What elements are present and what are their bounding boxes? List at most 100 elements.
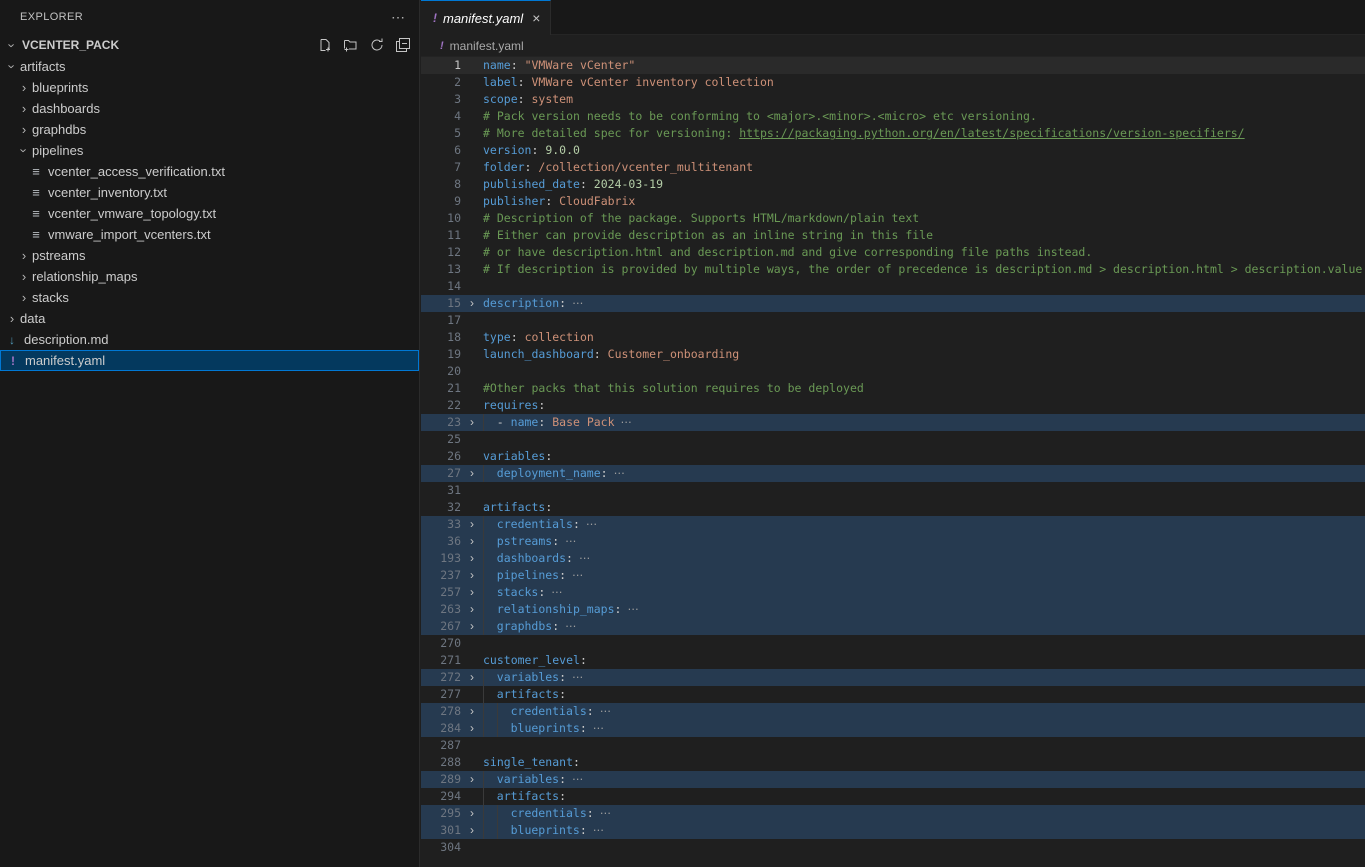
tree-item-pipelines[interactable]: ›pipelines [0,140,419,161]
code-line[interactable]: 272›variables:⋯ [421,669,1365,686]
tree-item-pstreams[interactable]: ›pstreams [0,245,419,266]
code-line[interactable]: 263›relationship_maps:⋯ [421,601,1365,618]
code-line[interactable]: 288single_tenant: [421,754,1365,771]
code-line[interactable]: 193›dashboards:⋯ [421,550,1365,567]
tree-item-vcenter_access_verification.txt[interactable]: ≡vcenter_access_verification.txt [0,161,419,182]
chevron-down-icon[interactable]: › [6,59,19,75]
code-line[interactable]: 7folder: /collection/vcenter_multitenant [421,159,1365,176]
new-file-icon[interactable] [317,37,333,53]
tree-item-stacks[interactable]: ›stacks [0,287,419,308]
code-line[interactable]: 304 [421,839,1365,856]
code-line[interactable]: 19launch_dashboard: Customer_onboarding [421,346,1365,363]
tab-manifest-yaml[interactable]: ! manifest.yaml × [421,0,551,35]
fold-chevron-icon[interactable]: › [461,465,483,482]
tree-root-row[interactable]: › VCENTER_PACK [0,34,419,56]
tree-item-description.md[interactable]: ↓description.md [0,329,419,350]
code-line[interactable]: 267›graphdbs:⋯ [421,618,1365,635]
code-line[interactable]: 257›stacks:⋯ [421,584,1365,601]
code-line[interactable]: 32artifacts: [421,499,1365,516]
folded-code-ellipsis[interactable]: ⋯ [572,772,585,786]
tree-item-artifacts[interactable]: ›artifacts [0,56,419,77]
chevron-right-icon[interactable]: › [16,102,32,115]
tree-item-data[interactable]: ›data [0,308,419,329]
fold-chevron-icon[interactable]: › [461,601,483,618]
fold-chevron-icon[interactable]: › [461,584,483,601]
code-line[interactable]: 5# More detailed spec for versioning: ht… [421,125,1365,142]
tree-item-vcenter_inventory.txt[interactable]: ≡vcenter_inventory.txt [0,182,419,203]
chevron-right-icon[interactable]: › [16,249,32,262]
code-line[interactable]: 9publisher: CloudFabrix [421,193,1365,210]
tree-item-graphdbs[interactable]: ›graphdbs [0,119,419,140]
code-line[interactable]: 25 [421,431,1365,448]
code-editor[interactable]: 1name: "VMWare vCenter"2label: VMWare vC… [421,57,1365,856]
code-line[interactable]: 301›blueprints:⋯ [421,822,1365,839]
code-line[interactable]: 1name: "VMWare vCenter" [421,57,1365,74]
folded-code-ellipsis[interactable]: ⋯ [579,551,592,565]
chevron-down-icon[interactable]: › [18,143,31,159]
collapse-all-icon[interactable] [395,37,411,53]
breadcrumb[interactable]: ! manifest.yaml [421,35,1365,57]
code-line[interactable]: 8published_date: 2024-03-19 [421,176,1365,193]
close-icon[interactable]: × [532,10,540,26]
code-line[interactable]: 15›description:⋯ [421,295,1365,312]
folded-code-ellipsis[interactable]: ⋯ [593,823,606,837]
code-line[interactable]: 2label: VMWare vCenter inventory collect… [421,74,1365,91]
folded-code-ellipsis[interactable]: ⋯ [614,466,627,480]
code-line[interactable]: 13# If description is provided by multip… [421,261,1365,278]
more-actions-icon[interactable]: ⋯ [391,9,405,26]
folded-code-ellipsis[interactable]: ⋯ [572,670,585,684]
folded-code-ellipsis[interactable]: ⋯ [551,585,564,599]
folded-code-ellipsis[interactable]: ⋯ [600,704,613,718]
chevron-right-icon[interactable]: › [16,270,32,283]
folded-code-ellipsis[interactable]: ⋯ [565,619,578,633]
code-line[interactable]: 18type: collection [421,329,1365,346]
code-line[interactable]: 22requires: [421,397,1365,414]
folded-code-ellipsis[interactable]: ⋯ [572,296,585,310]
code-line[interactable]: 23›- name: Base Pack⋯ [421,414,1365,431]
code-line[interactable]: 33›credentials:⋯ [421,516,1365,533]
code-line[interactable]: 31 [421,482,1365,499]
chevron-right-icon[interactable]: › [4,312,20,325]
code-line[interactable]: 294artifacts: [421,788,1365,805]
code-line[interactable]: 14 [421,278,1365,295]
tree-item-dashboards[interactable]: ›dashboards [0,98,419,119]
code-line[interactable]: 17 [421,312,1365,329]
comment-link[interactable]: https://packaging.python.org/en/latest/s… [739,126,1244,140]
code-line[interactable]: 237›pipelines:⋯ [421,567,1365,584]
fold-chevron-icon[interactable]: › [461,414,483,431]
tree-item-relationship_maps[interactable]: ›relationship_maps [0,266,419,287]
fold-chevron-icon[interactable]: › [461,618,483,635]
code-line[interactable]: 284›blueprints:⋯ [421,720,1365,737]
fold-chevron-icon[interactable]: › [461,533,483,550]
code-line[interactable]: 11# Either can provide description as an… [421,227,1365,244]
code-line[interactable]: 287 [421,737,1365,754]
code-line[interactable]: 271customer_level: [421,652,1365,669]
tree-item-vmware_import_vcenters.txt[interactable]: ≡vmware_import_vcenters.txt [0,224,419,245]
fold-chevron-icon[interactable]: › [461,771,483,788]
folded-code-ellipsis[interactable]: ⋯ [600,806,613,820]
fold-chevron-icon[interactable]: › [461,822,483,839]
code-line[interactable]: 277artifacts: [421,686,1365,703]
folded-code-ellipsis[interactable]: ⋯ [565,534,578,548]
tree-item-vcenter_vmware_topology.txt[interactable]: ≡vcenter_vmware_topology.txt [0,203,419,224]
code-line[interactable]: 12# or have description.html and descrip… [421,244,1365,261]
refresh-icon[interactable] [369,37,385,53]
code-line[interactable]: 36›pstreams:⋯ [421,533,1365,550]
code-line[interactable]: 289›variables:⋯ [421,771,1365,788]
code-line[interactable]: 6version: 9.0.0 [421,142,1365,159]
folded-code-ellipsis[interactable]: ⋯ [586,517,599,531]
code-line[interactable]: 27›deployment_name:⋯ [421,465,1365,482]
folded-code-ellipsis[interactable]: ⋯ [572,568,585,582]
folded-code-ellipsis[interactable]: ⋯ [627,602,640,616]
chevron-right-icon[interactable]: › [16,291,32,304]
fold-chevron-icon[interactable]: › [461,720,483,737]
fold-chevron-icon[interactable]: › [461,669,483,686]
chevron-right-icon[interactable]: › [16,81,32,94]
code-line[interactable]: 278›credentials:⋯ [421,703,1365,720]
fold-chevron-icon[interactable]: › [461,295,483,312]
chevron-right-icon[interactable]: › [16,123,32,136]
code-line[interactable]: 26variables: [421,448,1365,465]
breadcrumb-file[interactable]: manifest.yaml [450,39,524,53]
code-line[interactable]: 20 [421,363,1365,380]
fold-chevron-icon[interactable]: › [461,550,483,567]
